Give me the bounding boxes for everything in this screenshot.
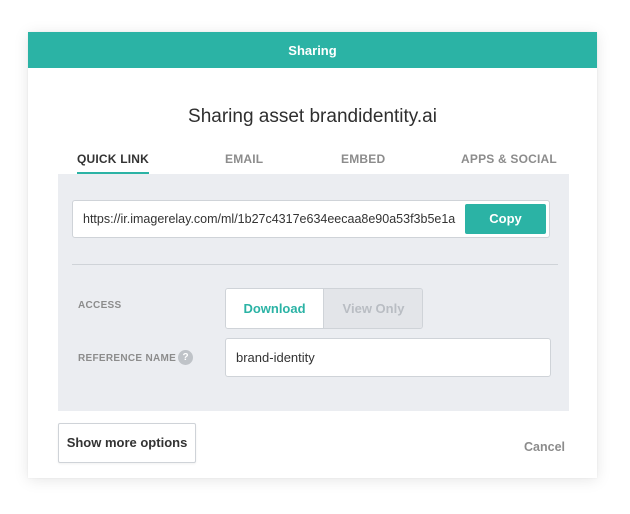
tab-apps-social[interactable]: APPS & SOCIAL [461,152,557,166]
dialog-header: Sharing [28,32,597,68]
quick-link-url[interactable]: https://ir.imagerelay.com/ml/1b27c4317e6… [83,212,455,226]
reference-name-input[interactable] [225,338,551,377]
access-label: ACCESS [78,300,122,311]
tab-quick-link[interactable]: QUICK LINK [77,152,149,175]
access-download-option[interactable]: Download [226,289,323,328]
question-mark-icon[interactable]: ? [178,350,193,365]
cancel-button[interactable]: Cancel [524,440,565,454]
access-toggle: Download View Only [225,288,423,329]
tab-bar: QUICK LINK EMAIL EMBED APPS & SOCIAL [58,152,569,176]
tab-email[interactable]: EMAIL [225,152,263,166]
tab-embed[interactable]: EMBED [341,152,385,166]
dialog-title: Sharing asset brandidentity.ai [188,106,437,127]
quick-link-panel: https://ir.imagerelay.com/ml/1b27c4317e6… [58,174,569,411]
show-more-options-button[interactable]: Show more options [58,423,196,463]
copy-button[interactable]: Copy [465,204,546,234]
quick-link-field[interactable]: https://ir.imagerelay.com/ml/1b27c4317e6… [72,200,550,238]
divider [72,264,558,265]
sharing-dialog: Sharing Sharing asset brandidentity.ai Q… [28,32,597,478]
access-view-only-option[interactable]: View Only [323,289,422,328]
reference-name-label: REFERENCE NAME [78,353,177,364]
